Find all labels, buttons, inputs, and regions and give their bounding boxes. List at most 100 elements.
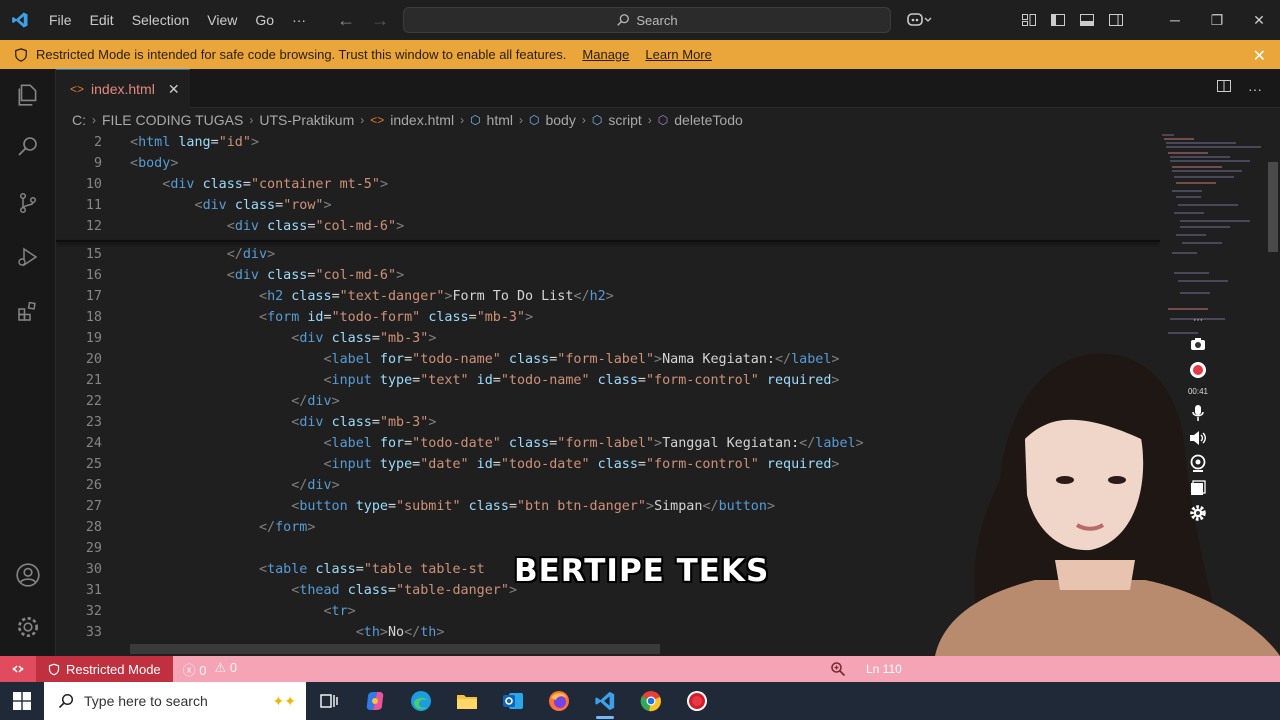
extensions-icon[interactable] <box>12 295 44 327</box>
code-line: 12 <div class="col-md-6"> <box>56 216 1160 237</box>
customize-layout-icon[interactable] <box>1014 0 1043 40</box>
search-sidebar-icon[interactable] <box>12 131 44 163</box>
menu-view[interactable]: View <box>198 12 246 28</box>
toggle-primary-sidebar-icon[interactable] <box>1043 0 1072 40</box>
firefox-icon[interactable] <box>536 682 582 720</box>
taskbar-search-placeholder: Type here to search <box>84 693 208 709</box>
breadcrumb-drive[interactable]: C: <box>72 112 86 128</box>
warning-icon: ⚠ <box>214 659 227 675</box>
menu-selection[interactable]: Selection <box>123 12 199 28</box>
run-debug-icon[interactable] <box>12 241 44 273</box>
back-arrow-icon[interactable]: ← <box>337 10 355 31</box>
symbol-element-icon: ⬡ <box>591 113 603 127</box>
menu-go[interactable]: Go <box>246 12 283 28</box>
close-window-button[interactable]: ✕ <box>1238 0 1280 40</box>
source-control-icon[interactable] <box>12 187 44 219</box>
line-number: 28 <box>85 520 102 535</box>
line-number: 22 <box>85 394 102 409</box>
task-view-icon[interactable] <box>306 682 352 720</box>
file-explorer-icon[interactable] <box>444 682 490 720</box>
accounts-icon[interactable] <box>12 559 44 591</box>
error-icon: ⓧ <box>182 662 196 678</box>
menu-edit[interactable]: Edit <box>81 12 123 28</box>
speaker-icon[interactable] <box>1188 430 1208 446</box>
breadcrumb: C: › FILE CODING TUGAS › UTS-Praktikum ›… <box>56 108 1156 132</box>
line-number: 15 <box>85 247 102 262</box>
recording-time: 00:41 <box>1187 386 1209 396</box>
search-icon <box>58 693 74 709</box>
manage-link[interactable]: Manage <box>582 47 629 62</box>
zoom-icon[interactable] <box>822 656 854 682</box>
recorder-settings-icon[interactable] <box>1188 504 1208 522</box>
problems-indicator[interactable]: ⓧ 0 ⚠ 0 <box>173 660 247 679</box>
menu-more[interactable]: ··· <box>283 12 315 28</box>
search-label: Search <box>636 12 678 28</box>
restricted-mode-banner: Restricted Mode is intended for safe cod… <box>0 40 1280 69</box>
forward-arrow-icon[interactable]: → <box>371 10 389 31</box>
search-icon <box>617 14 630 26</box>
line-number: 26 <box>85 478 102 493</box>
line-number: 31 <box>85 583 102 598</box>
taskbar-search[interactable]: Type here to search ✦✦ <box>44 682 306 720</box>
windows-taskbar: Type here to search ✦✦ <box>0 682 1280 720</box>
breadcrumb-function[interactable]: deleteTodo <box>674 112 743 128</box>
symbol-element-icon: ⬡ <box>529 113 540 127</box>
shield-icon <box>15 47 27 62</box>
vscode-taskbar-icon[interactable] <box>582 682 628 720</box>
breadcrumb-html[interactable]: html <box>487 112 513 128</box>
chevron-right-icon: › <box>581 113 586 127</box>
scroll-thumb[interactable] <box>1268 162 1278 252</box>
restricted-mode-indicator[interactable]: Restricted Mode <box>36 656 173 682</box>
breadcrumb-subfolder[interactable]: UTS-Praktikum <box>259 112 354 128</box>
more-actions-icon[interactable]: ··· <box>1248 81 1262 97</box>
banner-message: Restricted Mode is intended for safe cod… <box>36 47 567 62</box>
record-icon[interactable] <box>1188 361 1208 379</box>
restore-button[interactable]: ❐ <box>1196 0 1238 40</box>
breadcrumb-folder[interactable]: FILE CODING TUGAS <box>102 112 243 128</box>
activity-bar <box>0 69 56 656</box>
microphone-icon[interactable] <box>1188 404 1208 422</box>
breadcrumb-body[interactable]: body <box>545 112 575 128</box>
remote-indicator-icon[interactable] <box>0 656 36 682</box>
close-tab-icon[interactable]: ✕ <box>168 81 180 98</box>
copilot-app-icon[interactable] <box>352 682 398 720</box>
outlook-icon[interactable] <box>490 682 536 720</box>
line-number: 18 <box>85 310 102 325</box>
breadcrumb-file[interactable]: index.html <box>390 112 454 128</box>
code-line: 15 </div> <box>56 244 1160 265</box>
editor-tab-bar: <> index.html ✕ ··· <box>56 69 1280 108</box>
breadcrumb-script[interactable]: script <box>608 112 641 128</box>
recorder-toolbar: ⋯ 00:41 <box>1184 312 1212 522</box>
webcam-toggle-icon[interactable] <box>1188 454 1208 472</box>
chrome-icon[interactable] <box>628 682 674 720</box>
title-bar: File Edit Selection View Go ··· ← → Sear… <box>0 0 1280 40</box>
command-center-search[interactable]: Search <box>403 7 891 33</box>
toggle-secondary-sidebar-icon[interactable] <box>1101 0 1130 40</box>
windows-start-icon[interactable] <box>0 682 44 720</box>
pin-icon[interactable]: ⋯ <box>1188 312 1208 328</box>
horizontal-scrollbar[interactable] <box>130 644 660 654</box>
close-banner-icon[interactable]: ✕ <box>1253 46 1266 66</box>
split-editor-icon[interactable] <box>1216 78 1232 99</box>
manage-gear-icon[interactable] <box>12 611 44 643</box>
cursor-position[interactable]: Ln 110 <box>866 656 902 682</box>
explorer-icon[interactable] <box>12 79 44 111</box>
line-number: 25 <box>85 457 102 472</box>
edge-browser-icon[interactable] <box>398 682 444 720</box>
code-line: 17 <h2 class="text-danger">Form To Do Li… <box>56 286 1160 307</box>
menu-file[interactable]: File <box>40 12 81 28</box>
line-number: 30 <box>85 562 102 577</box>
learn-more-link[interactable]: Learn More <box>645 47 711 62</box>
toggle-panel-icon[interactable] <box>1072 0 1101 40</box>
tab-index-html[interactable]: <> index.html ✕ <box>56 69 190 108</box>
symbol-element-icon: ⬡ <box>470 113 481 127</box>
screen-recorder-icon[interactable] <box>674 682 720 720</box>
copilot-icon[interactable] <box>906 11 932 32</box>
minimize-button[interactable]: ─ <box>1154 0 1196 40</box>
shield-icon <box>48 663 60 675</box>
line-number: 19 <box>85 331 102 346</box>
code-line: 11 <div class="row"> <box>56 195 1160 216</box>
window-capture-icon[interactable] <box>1188 480 1208 496</box>
camera-icon[interactable] <box>1188 336 1208 352</box>
code-line: 10 <div class="container mt-5"> <box>56 174 1160 195</box>
